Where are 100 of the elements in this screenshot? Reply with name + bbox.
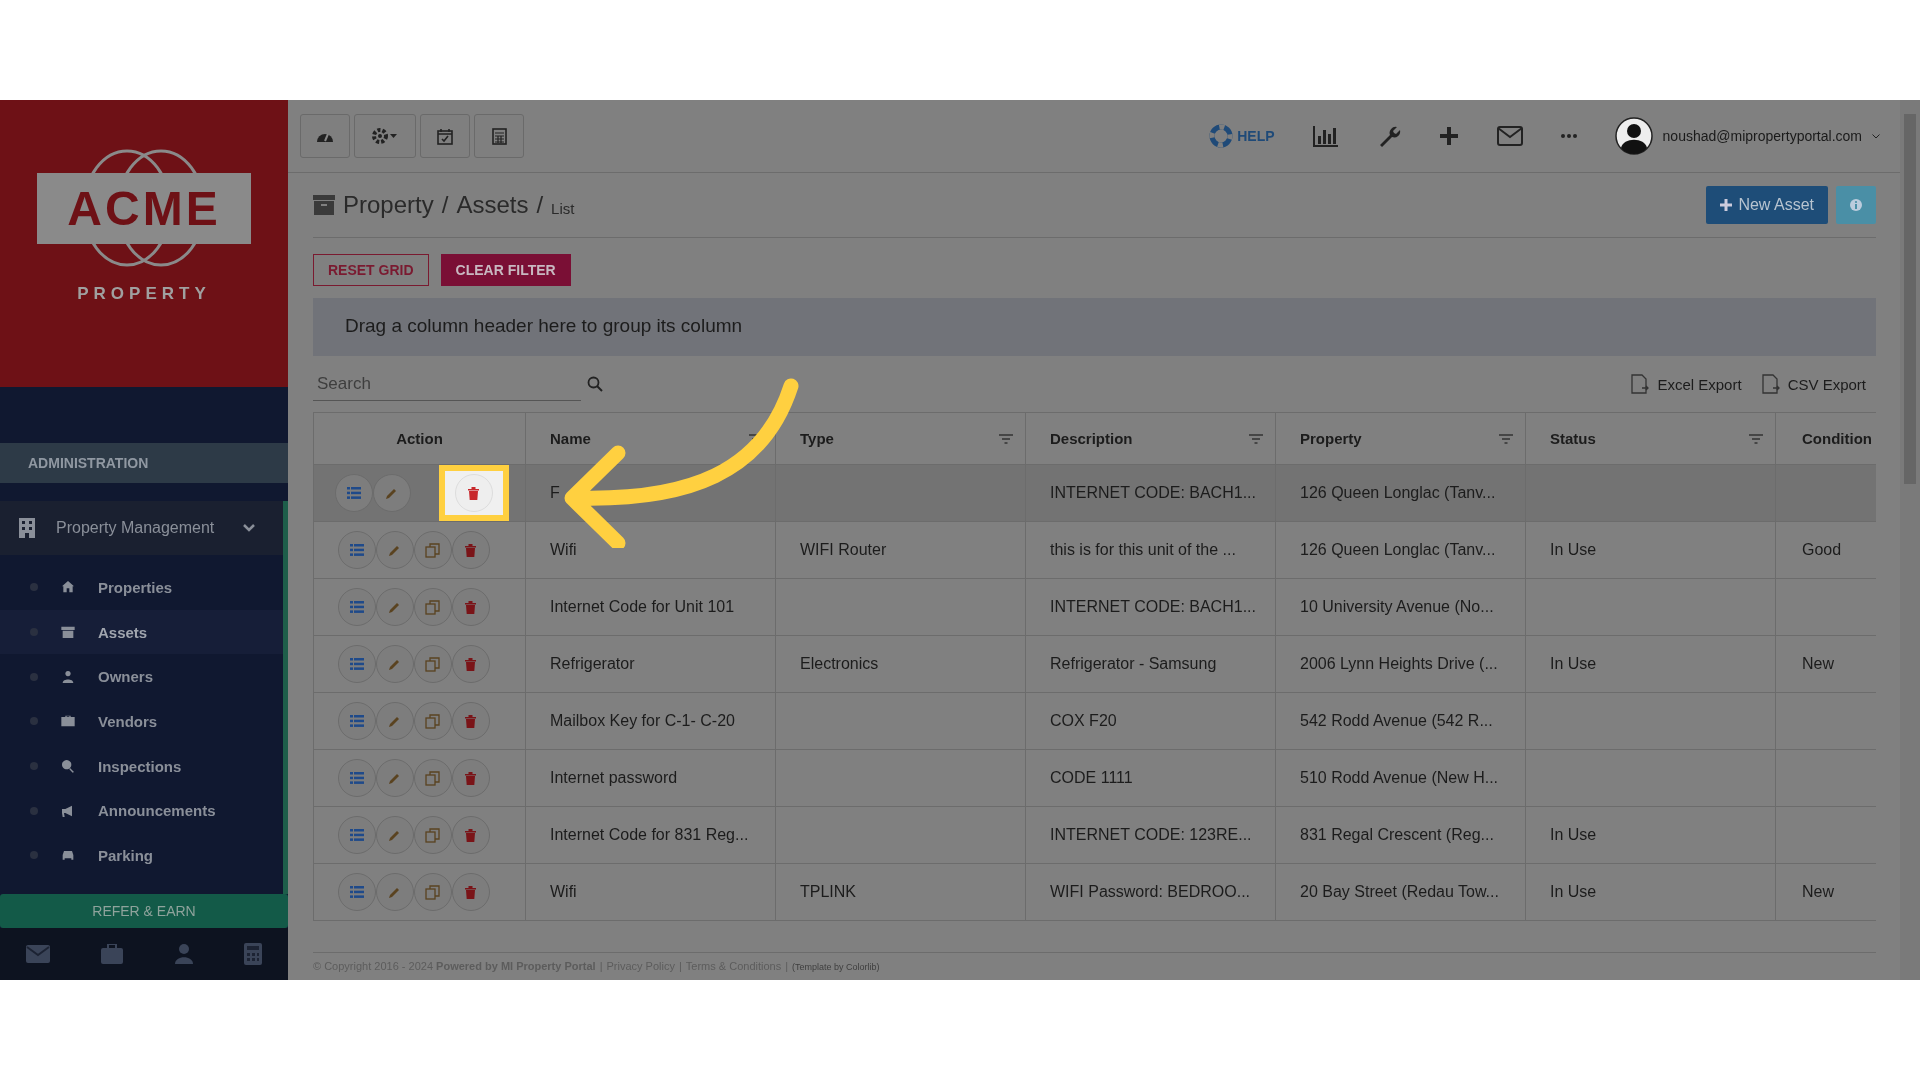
- document-icon: [1761, 374, 1780, 394]
- table-cell: 126 Queen Longlac (Tanv...: [1275, 521, 1526, 579]
- delete-button[interactable]: [451, 702, 490, 740]
- user-menu[interactable]: noushad@mipropertyportal.com: [1614, 117, 1880, 155]
- edit-button[interactable]: [375, 702, 414, 740]
- trash-icon: [465, 657, 476, 671]
- calculator-icon[interactable]: [244, 943, 263, 965]
- table-cell: New: [1775, 863, 1876, 920]
- reset-grid-button[interactable]: RESET GRID: [313, 254, 429, 286]
- calendar-button[interactable]: [420, 114, 470, 158]
- table-row[interactable]: Refrigerator Electronics Refrigerator - Samsung 2006 Lynn Heights Drive (... In Use New: [313, 635, 1876, 693]
- copy-button[interactable]: [413, 645, 452, 683]
- table-cell: Wifi: [525, 521, 776, 579]
- details-button[interactable]: [337, 816, 376, 854]
- edit-button[interactable]: [375, 873, 414, 911]
- details-button[interactable]: [334, 474, 373, 512]
- logo-title: ACME: [37, 173, 251, 244]
- details-button[interactable]: [337, 645, 376, 683]
- breadcrumb-item[interactable]: Assets: [456, 191, 529, 219]
- briefcase-icon[interactable]: [101, 944, 124, 964]
- details-button[interactable]: [337, 531, 376, 569]
- plus-icon[interactable]: [1438, 126, 1459, 146]
- edit-button[interactable]: [375, 645, 414, 683]
- table-row[interactable]: Mailbox Key for C-1- C-20 COX F20 542 Rodd Avenue (542 R...: [313, 692, 1876, 750]
- breadcrumb-item: List: [551, 199, 575, 217]
- copy-button[interactable]: [413, 759, 452, 797]
- clear-filter-button[interactable]: CLEAR FILTER: [440, 254, 571, 286]
- pencil-icon: [388, 885, 401, 899]
- delete-button[interactable]: [451, 873, 490, 911]
- list-icon: [349, 886, 364, 898]
- edit-button[interactable]: [375, 531, 414, 569]
- table-row[interactable]: F INTERNET CODE: BACH1... 126 Queen Longlac (Tanv...: [313, 464, 1876, 522]
- building-icon: [18, 517, 36, 539]
- user-icon[interactable]: [174, 944, 193, 964]
- delete-button[interactable]: [451, 531, 490, 569]
- sidebar-item[interactable]: Properties: [0, 565, 283, 610]
- export-link[interactable]: CSV Export: [1761, 374, 1866, 394]
- calculator-button[interactable]: [474, 114, 524, 158]
- new-asset-button[interactable]: New Asset: [1706, 186, 1828, 224]
- copy-button[interactable]: [413, 816, 452, 854]
- breadcrumb-item[interactable]: Property: [343, 191, 434, 219]
- details-button[interactable]: [337, 588, 376, 626]
- table-cell: INTERNET CODE: BACH1...: [1025, 464, 1276, 522]
- menu-group[interactable]: Property Management: [0, 501, 288, 555]
- table-row[interactable]: Internet Code for Unit 101 INTERNET CODE: BACH1... 10 University Avenue (No...: [313, 578, 1876, 636]
- plus-icon: [1720, 199, 1733, 211]
- search-field[interactable]: Search: [313, 367, 581, 401]
- trash-icon: [468, 486, 479, 500]
- help-link[interactable]: HELP: [1209, 124, 1275, 148]
- edit-button[interactable]: [375, 588, 414, 626]
- copy-button[interactable]: [413, 873, 452, 911]
- mail-icon[interactable]: [25, 945, 50, 963]
- trash-icon: [465, 828, 476, 842]
- sidebar-item[interactable]: Owners: [0, 654, 283, 700]
- table-cell: INTERNET CODE: BACH1...: [1025, 578, 1276, 636]
- bullet-dot: [30, 762, 38, 771]
- delete-button[interactable]: [451, 759, 490, 797]
- logo-subtitle: PROPERTY: [77, 284, 211, 304]
- table-cell: 831 Regal Crescent (Reg...: [1275, 806, 1526, 864]
- sidebar-item[interactable]: Inspections: [0, 743, 283, 789]
- details-button[interactable]: [337, 702, 376, 740]
- details-button[interactable]: [337, 873, 376, 911]
- sidebar-item[interactable]: Parking: [0, 833, 283, 878]
- table-row[interactable]: Internet Code for 831 Reg... INTERNET CODE: 123RE... 831 Regal Crescent (Reg... In Use: [313, 806, 1876, 864]
- edit-button[interactable]: [375, 759, 414, 797]
- copy-button[interactable]: [413, 702, 452, 740]
- sidebar-item[interactable]: Vendors: [0, 699, 283, 744]
- table-row[interactable]: Internet password CODE 1111 510 Rodd Avenue (New H...: [313, 749, 1876, 807]
- document-icon: [1631, 374, 1650, 394]
- bar-chart-icon[interactable]: [1312, 125, 1339, 147]
- copy-icon: [425, 599, 440, 615]
- copy-button[interactable]: [413, 531, 452, 569]
- more-icon[interactable]: [1560, 134, 1577, 138]
- export-link[interactable]: Excel Export: [1631, 374, 1742, 394]
- footer-separator: |: [599, 960, 603, 972]
- sidebar-item[interactable]: Announcements: [0, 788, 283, 834]
- sidebar-item[interactable]: Assets: [0, 609, 283, 655]
- table-row[interactable]: Wifi TPLINK WIFI Password: BEDROO... 20 Bay Street (Redau Tow... In Use New: [313, 863, 1876, 920]
- table-cell: New: [1775, 635, 1876, 693]
- caret-icon: [1872, 133, 1880, 139]
- table-row[interactable]: Wifi WIFI Router this is for this unit of the ... 126 Queen Longlac (Tanv... In Use Good: [313, 521, 1876, 579]
- search-icon: [60, 758, 76, 775]
- refer-button[interactable]: REFER & EARN: [0, 894, 288, 928]
- delete-button[interactable]: [451, 816, 490, 854]
- info-button[interactable]: [1836, 186, 1876, 224]
- dashboard-button[interactable]: [300, 114, 350, 158]
- copy-icon: [425, 542, 440, 558]
- mail-icon[interactable]: [1496, 126, 1523, 146]
- edit-button[interactable]: [372, 474, 411, 512]
- bullet-dot: [30, 583, 38, 592]
- pencil-icon: [388, 657, 401, 671]
- table-cell: 10 University Avenue (No...: [1275, 578, 1526, 636]
- settings-button[interactable]: [354, 114, 416, 158]
- table-cell: CODE 1111: [1025, 749, 1276, 807]
- delete-button[interactable]: [451, 645, 490, 683]
- delete-button[interactable]: [451, 588, 490, 626]
- details-button[interactable]: [337, 759, 376, 797]
- copy-button[interactable]: [413, 588, 452, 626]
- edit-button[interactable]: [375, 816, 414, 854]
- bullet-dot: [30, 672, 38, 681]
